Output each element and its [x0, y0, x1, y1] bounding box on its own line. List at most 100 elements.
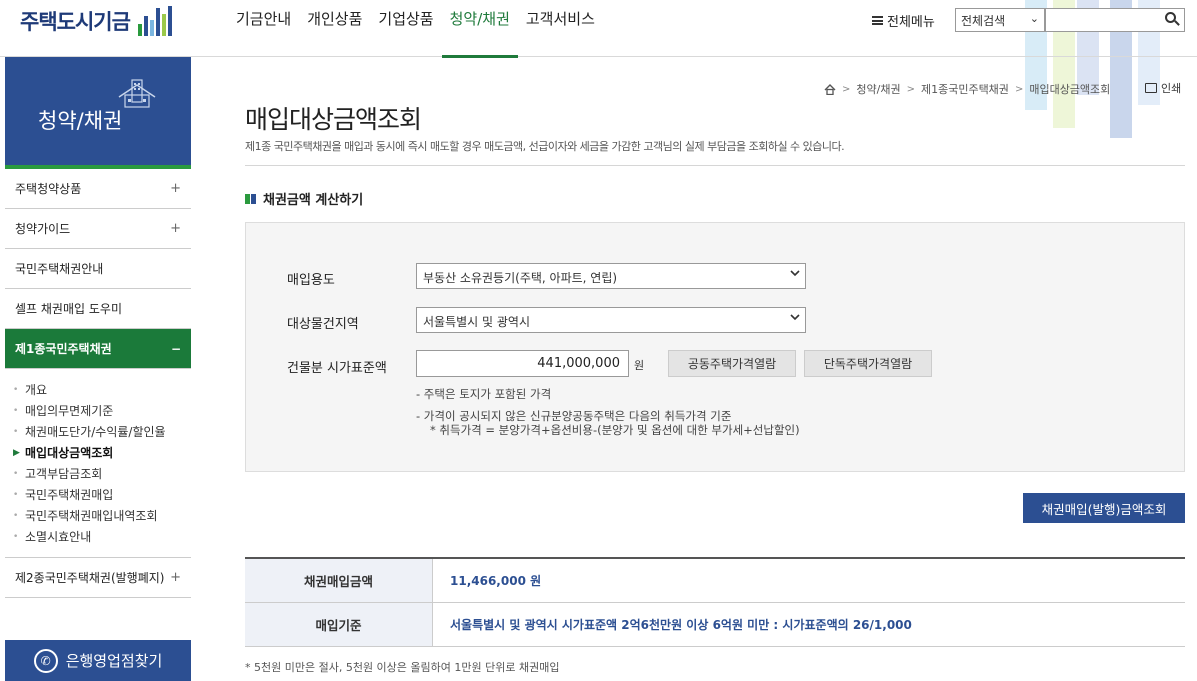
chevron-down-icon	[790, 314, 800, 321]
breadcrumb-item[interactable]: 청약/채권	[856, 81, 900, 97]
house-price-button[interactable]: 단독주택가격열람	[804, 350, 932, 377]
logo[interactable]: 주택도시기금	[20, 6, 172, 36]
submenu-item-customer-cost[interactable]: • 고객부담금조회	[13, 463, 191, 484]
table-row: 매입기준 서울특별시 및 광역시 시가표준액 2억6천만원 이상 6억원 미만 …	[245, 603, 1185, 647]
plus-icon: +	[170, 570, 181, 585]
bond-amount-query-button[interactable]: 채권매입(발행)금액조회	[1023, 493, 1185, 523]
plus-icon: +	[170, 221, 181, 236]
bullet-icon: •	[13, 468, 19, 479]
page-description: 제1종 국민주택채권을 매입과 동시에 즉시 매도할 경우 매도금액, 선급이자…	[245, 140, 845, 153]
breadcrumb: > 청약/채권 > 제1종국민주택채권 > 매입대상금액조회	[824, 81, 1110, 97]
amount-header: 채권매입금액	[245, 559, 433, 602]
bullet-icon: •	[13, 531, 19, 542]
submenu-label: 국민주택채권매입내역조회	[25, 509, 158, 523]
standard-price-input[interactable]: 441,000,000	[416, 350, 629, 377]
search-input[interactable]	[1045, 8, 1185, 32]
nav-item-fund-info[interactable]: 기금안내	[228, 0, 299, 57]
bullet-icon: •	[13, 405, 19, 416]
header: 주택도시기금 기금안내 개인상품 기업상품 청약/채권 고객서비스 전체메뉴 전…	[0, 0, 1197, 58]
purpose-label: 매입용도	[287, 273, 335, 288]
search-scope-select[interactable]: 전체검색 ⌄	[955, 8, 1045, 32]
printer-icon	[1145, 83, 1157, 93]
submenu-item-overview[interactable]: • 개요	[13, 379, 191, 400]
sidebar-item-label: 주택청약상품	[15, 182, 82, 196]
bond-calculator-form: 매입용도 부동산 소유권등기(주택, 아파트, 연립) 대상물건지역 서울특별시…	[245, 222, 1185, 472]
plus-icon: +	[170, 181, 181, 196]
note-line: - 가격이 공시되지 않은 신규분양공동주택은 다음의 취득가격 기준	[416, 409, 732, 423]
amount-value: 11,466,000 원	[450, 574, 542, 588]
submenu-label: 매입대상금액조회	[25, 446, 114, 460]
sidebar-title: 청약/채권	[38, 109, 123, 133]
logo-text: 주택도시기금	[20, 10, 131, 34]
sidebar-item-label: 제2종국민주택채권(발행폐지)	[15, 571, 165, 585]
region-label: 대상물건지역	[287, 317, 359, 332]
sidebar-header: 청약/채권	[5, 57, 191, 169]
submenu-item-bond-purchase[interactable]: • 국민주택채권매입	[13, 484, 191, 505]
submenu-item-purchase-amount[interactable]: ▶ 매입대상금액조회	[13, 442, 191, 463]
note-line: - 주택은 토지가 포함된 가격	[416, 387, 552, 401]
chevron-right-icon: >	[1014, 83, 1024, 95]
basis-value: 서울특별시 및 광역시 시가표준액 2억6천만원 이상 6억원 미만 : 시가표…	[450, 618, 912, 632]
sidebar-item-subscription-products[interactable]: 주택청약상품 +	[5, 169, 191, 209]
all-menu-button[interactable]: 전체메뉴	[872, 11, 935, 30]
breadcrumb-item[interactable]: 제1종국민주택채권	[921, 81, 1009, 97]
triangle-right-icon: ▶	[13, 447, 20, 458]
bullet-icon: •	[13, 426, 19, 437]
submenu-item-purchase-history[interactable]: • 국민주택채권매입내역조회	[13, 505, 191, 526]
print-button[interactable]: 인쇄	[1145, 80, 1181, 96]
submenu-label: 소멸시효안내	[25, 530, 92, 544]
chevron-right-icon: >	[842, 83, 851, 95]
sidebar-item-type1-bond[interactable]: 제1종국민주택채권 −	[5, 329, 191, 369]
sidebar-item-subscription-guide[interactable]: 청약가이드 +	[5, 209, 191, 249]
nav-item-corporate[interactable]: 기업상품	[370, 0, 441, 57]
bullet-icon: •	[13, 510, 19, 521]
main-nav: 기금안내 개인상품 기업상품 청약/채권 고객서비스	[228, 0, 603, 58]
home-icon[interactable]	[824, 83, 836, 95]
region-select-value: 서울특별시 및 광역시	[423, 315, 530, 329]
chevron-down-icon: ⌄	[1029, 12, 1039, 25]
print-label: 인쇄	[1161, 82, 1182, 95]
purpose-select[interactable]: 부동산 소유권등기(주택, 아파트, 연립)	[416, 263, 806, 289]
submenu-label: 매입의무면제기준	[25, 404, 114, 418]
hamburger-icon	[872, 16, 883, 25]
sidebar-item-bond-info[interactable]: 국민주택채권안내	[5, 249, 191, 289]
sidebar-item-label: 제1종국민주택채권	[15, 342, 112, 356]
table-row: 채권매입금액 11,466,000 원	[245, 559, 1185, 603]
page-title: 매입대상금액조회	[245, 105, 422, 134]
sidebar-item-label: 셀프 채권매입 도우미	[15, 302, 122, 316]
nav-item-customer-service[interactable]: 고객서비스	[518, 0, 603, 57]
sidebar-item-self-bond-helper[interactable]: 셀프 채권매입 도우미	[5, 289, 191, 329]
basis-header: 매입기준	[245, 603, 433, 646]
submenu-label: 국민주택채권매입	[25, 488, 114, 502]
section-title: 채권금액 계산하기	[245, 189, 363, 208]
submenu-item-exemption[interactable]: • 매입의무면제기준	[13, 400, 191, 421]
nav-item-subscription-bond[interactable]: 청약/채권	[441, 0, 519, 58]
note-line: * 취득가격 = 분양가격+옵션비용-(분양가 및 옵션에 대한 부가세+선납할…	[430, 423, 800, 437]
find-branch-button[interactable]: ✆ 은행영업점찾기	[5, 640, 191, 681]
search-icon[interactable]	[1165, 12, 1176, 23]
notes: - 주택은 토지가 포함된 가격 - 가격이 공시되지 않은 신규분양공동주택은…	[416, 387, 800, 437]
submenu-item-price-yield[interactable]: • 채권매도단가/수익률/할인율	[13, 421, 191, 442]
all-menu-label: 전체메뉴	[887, 15, 935, 30]
sidebar-item-type2-bond[interactable]: 제2종국민주택채권(발행폐지) +	[5, 558, 191, 598]
footnote: * 5천원 미만은 절사, 5천원 이상은 올림하여 1만원 단위로 채권매입	[245, 661, 560, 674]
minus-icon: −	[170, 341, 181, 356]
logo-mark-icon	[137, 6, 172, 36]
bullet-icon: •	[13, 489, 19, 500]
search-scope-value: 전체검색	[961, 14, 1006, 28]
building-icon	[118, 79, 156, 108]
region-select[interactable]: 서울특별시 및 광역시	[416, 307, 806, 333]
submenu-label: 고객부담금조회	[25, 467, 103, 481]
divider	[245, 165, 1185, 166]
submenu-label: 채권매도단가/수익률/할인율	[25, 425, 166, 439]
submenu-item-prescription[interactable]: • 소멸시효안내	[13, 526, 191, 547]
bullet-icon: •	[13, 384, 19, 395]
nav-item-personal[interactable]: 개인상품	[299, 0, 370, 57]
section-title-label: 채권금액 계산하기	[263, 193, 364, 208]
phone-icon: ✆	[33, 648, 58, 673]
submenu-label: 개요	[25, 383, 48, 397]
apartment-price-button[interactable]: 공동주택가격열람	[668, 350, 796, 377]
book-icon	[245, 193, 256, 204]
breadcrumb-item-current: 매입대상금액조회	[1029, 83, 1111, 96]
sidebar-item-label: 청약가이드	[15, 222, 71, 236]
